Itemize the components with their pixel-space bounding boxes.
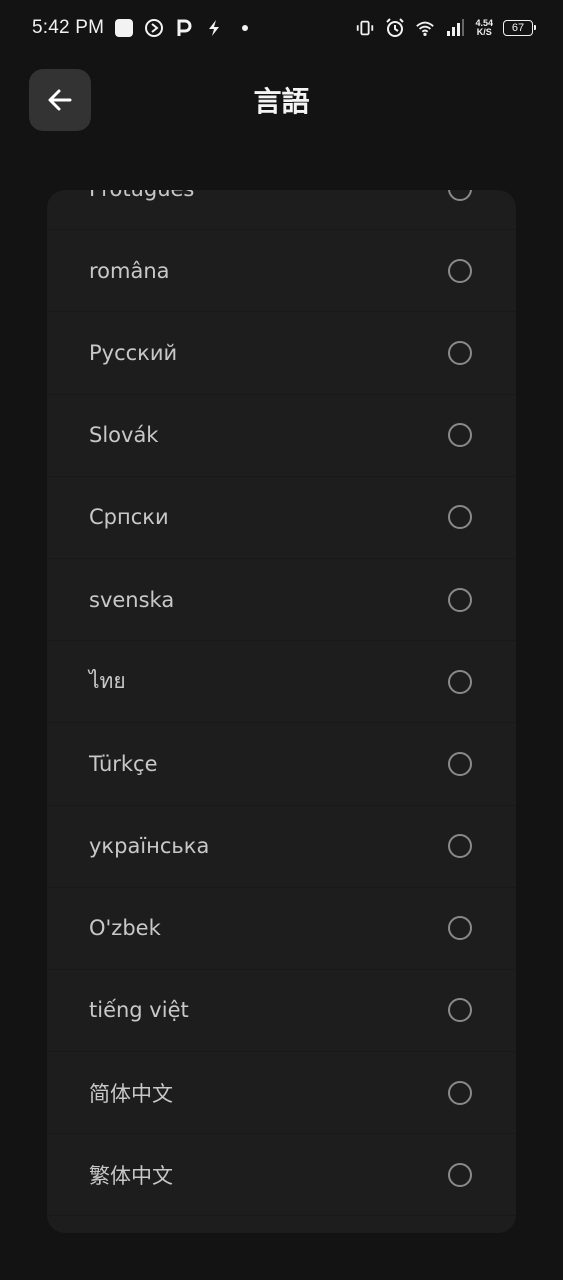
radio-button-icon[interactable] xyxy=(448,423,472,448)
status-time: 5:42 PM xyxy=(32,17,105,38)
language-option[interactable]: româna xyxy=(47,230,516,313)
language-option-label: українська xyxy=(89,834,210,859)
language-list-card: Protuguês româna Русский Slovák Српски svensk… xyxy=(47,190,516,1233)
language-option-label: Српски xyxy=(89,505,169,530)
radio-button-icon[interactable] xyxy=(448,1080,472,1105)
radio-button-icon[interactable] xyxy=(448,998,472,1023)
language-option-label: svenska xyxy=(89,587,175,612)
radio-button-icon[interactable] xyxy=(448,751,472,776)
language-option-label: Protuguês xyxy=(89,190,194,201)
language-option[interactable]: tiếng việt xyxy=(47,970,516,1053)
radio-button-icon[interactable] xyxy=(448,834,472,859)
language-option-label: tiếng việt xyxy=(89,998,189,1023)
page-title: 言語 xyxy=(253,85,310,118)
language-option[interactable]: Русский xyxy=(47,312,516,395)
radio-button-icon[interactable] xyxy=(448,258,472,283)
radio-button-icon[interactable] xyxy=(448,587,472,612)
language-option-label: 繁体中文 xyxy=(89,1163,173,1188)
network-speed: 4.54 K/S xyxy=(475,19,493,37)
wifi-icon xyxy=(415,18,435,38)
battery-level: 67 xyxy=(511,22,525,34)
p-app-icon xyxy=(174,18,194,38)
language-option[interactable]: 繁体中文 xyxy=(47,1134,516,1217)
language-option-label: ไทย xyxy=(89,669,126,694)
language-option-label: O'zbek xyxy=(89,916,161,941)
language-option-label: Slovák xyxy=(89,423,159,448)
language-option-label: Русский xyxy=(89,340,178,365)
network-speed-unit: K/S xyxy=(476,27,492,37)
radio-button-icon[interactable] xyxy=(448,1162,472,1187)
vibrate-icon xyxy=(355,18,375,38)
radio-button-icon[interactable] xyxy=(448,505,472,530)
language-option-label: româna xyxy=(89,258,170,283)
language-option[interactable]: 简体中文 xyxy=(47,1052,516,1135)
language-settings-screen: 5:42 PM 4.54 K/S 67 言語 româna Русский Sl… xyxy=(0,0,563,1280)
language-option[interactable]: Slovák xyxy=(47,395,516,477)
battery-icon: 67 xyxy=(503,20,536,36)
language-option-label: Türkçe xyxy=(89,751,158,776)
radio-button-icon[interactable] xyxy=(448,669,472,694)
signal-icon xyxy=(445,18,465,38)
notification-dot-icon xyxy=(242,25,249,31)
status-bar-left: 5:42 PM xyxy=(32,17,249,39)
language-option-label: 简体中文 xyxy=(89,1081,173,1106)
language-option[interactable]: Türkçe xyxy=(47,723,516,806)
radio-button-icon[interactable] xyxy=(448,340,472,365)
language-option[interactable]: ไทย xyxy=(47,641,516,724)
language-list: Protuguês româna Русский Slovák Српски svensk… xyxy=(47,190,516,1217)
status-bar: 5:42 PM 4.54 K/S 67 xyxy=(0,0,563,56)
language-option[interactable]: svenska xyxy=(47,559,516,642)
language-option[interactable]: O'zbek xyxy=(47,888,516,970)
bolt-icon xyxy=(204,18,224,38)
language-option[interactable]: Српски xyxy=(47,477,516,559)
app-square-icon xyxy=(114,18,134,38)
language-option[interactable]: Protuguês xyxy=(47,190,516,231)
radio-button-icon[interactable] xyxy=(448,916,472,941)
status-bar-right: 4.54 K/S 67 xyxy=(355,18,536,38)
alarm-icon xyxy=(385,18,405,38)
radio-button-icon[interactable] xyxy=(448,190,472,201)
circled-play-icon xyxy=(144,18,164,38)
language-option[interactable]: українська xyxy=(47,806,516,888)
